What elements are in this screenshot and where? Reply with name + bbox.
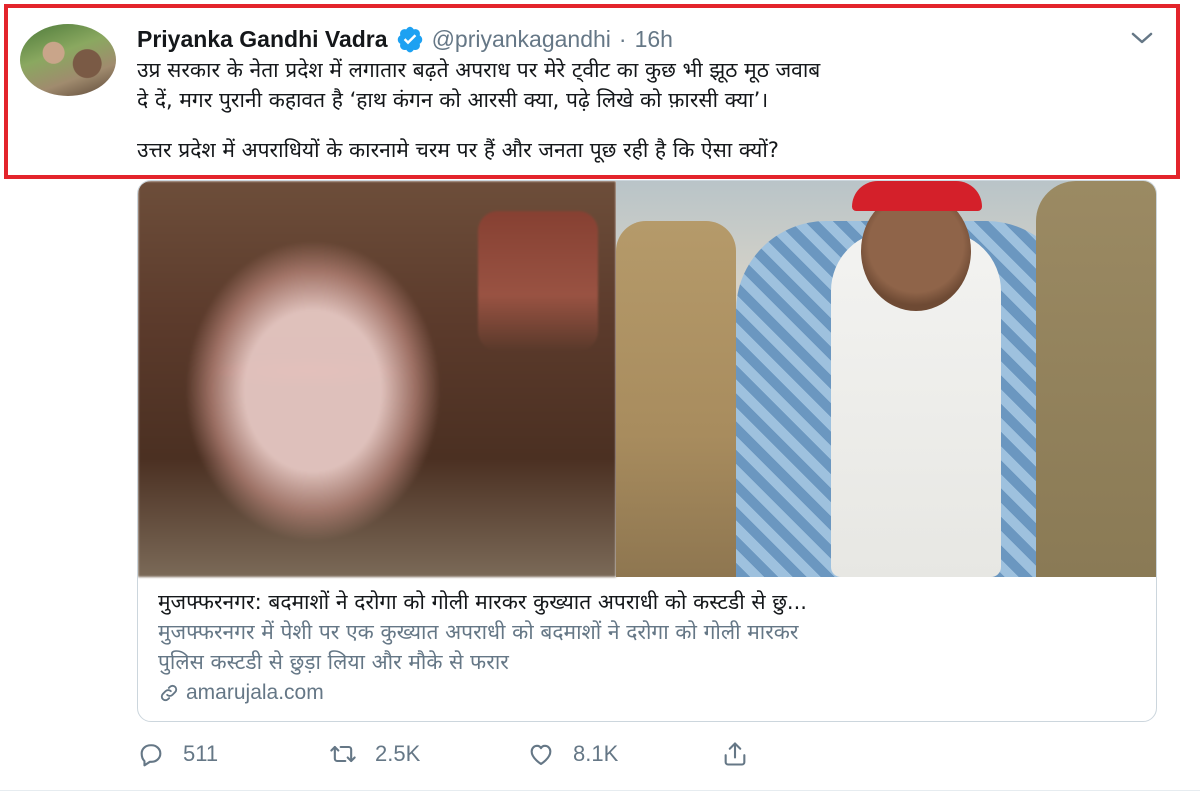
- card-description-line: मुजफ्फरनगर में पेशी पर एक कुख्यात अपराधी…: [158, 620, 799, 644]
- reply-button[interactable]: 511: [137, 734, 218, 774]
- reply-icon: [140, 744, 162, 767]
- tweet-timestamp[interactable]: 16h: [635, 26, 673, 53]
- card-domain[interactable]: amarujala.com: [158, 681, 1148, 705]
- retweet-button[interactable]: 2.5K: [329, 734, 420, 774]
- retweet-count: 2.5K: [375, 741, 421, 766]
- author-handle[interactable]: @priyankagandhi: [432, 26, 611, 53]
- author-name[interactable]: Priyanka Gandhi Vadra: [137, 26, 388, 53]
- card-media[interactable]: [138, 181, 1156, 577]
- tweet-text-line: दे दें, मगर पुरानी कहावत है ‘हाथ कंगन को…: [137, 88, 769, 112]
- card-title[interactable]: मुजफ्फरनगर: बदमाशों ने दरोगा को गोली मार…: [158, 587, 1138, 617]
- verified-badge-icon: [397, 26, 422, 53]
- tweet-text-line: उप्र सरकार के नेता प्रदेश में लगातार बढ़…: [137, 58, 821, 82]
- separator-dot: ·: [618, 25, 627, 52]
- like-icon: [530, 744, 552, 765]
- card-domain-text: amarujala.com: [186, 681, 324, 704]
- tweet-text: उप्र सरकार के नेता प्रदेश में लगातार बढ़…: [137, 55, 1157, 165]
- chevron-down-icon[interactable]: [1128, 28, 1156, 48]
- card-image-blurred: [138, 181, 616, 577]
- card-description-line: पुलिस कस्टडी से छुड़ा लिया और मौके से फर…: [158, 650, 509, 674]
- tweet-header: Priyanka Gandhi Vadra @priyankagandhi · …: [137, 22, 673, 56]
- link-card[interactable]: मुजफ्फरनगर: बदमाशों ने दरोगा को गोली मार…: [137, 180, 1157, 722]
- tweet[interactable]: Priyanka Gandhi Vadra @priyankagandhi · …: [0, 0, 1200, 800]
- card-body[interactable]: मुजफ्फरनगर: बदमाशों ने दरोगा को गोली मार…: [158, 587, 1148, 705]
- reply-count: 511: [183, 741, 219, 766]
- like-button[interactable]: 8.1K: [527, 734, 618, 774]
- photo-officer: [616, 221, 736, 577]
- like-count: 8.1K: [573, 741, 619, 766]
- card-image-photo: [616, 181, 1156, 577]
- tweet-actions: 511 2.5K 8.1K: [137, 734, 777, 774]
- photo-officer-right: [1036, 181, 1156, 577]
- photo-cap: [852, 181, 982, 211]
- tweet-text-line: उत्तर प्रदेश में अपराधियों के कारनामे चर…: [137, 138, 779, 162]
- avatar[interactable]: [20, 24, 116, 96]
- share-icon: [724, 742, 746, 766]
- retweet-icon: [330, 745, 356, 763]
- divider: [0, 790, 1200, 791]
- share-button[interactable]: [721, 734, 749, 774]
- link-icon: [160, 684, 178, 702]
- card-description: मुजफ्फरनगर में पेशी पर एक कुख्यात अपराधी…: [158, 617, 1138, 677]
